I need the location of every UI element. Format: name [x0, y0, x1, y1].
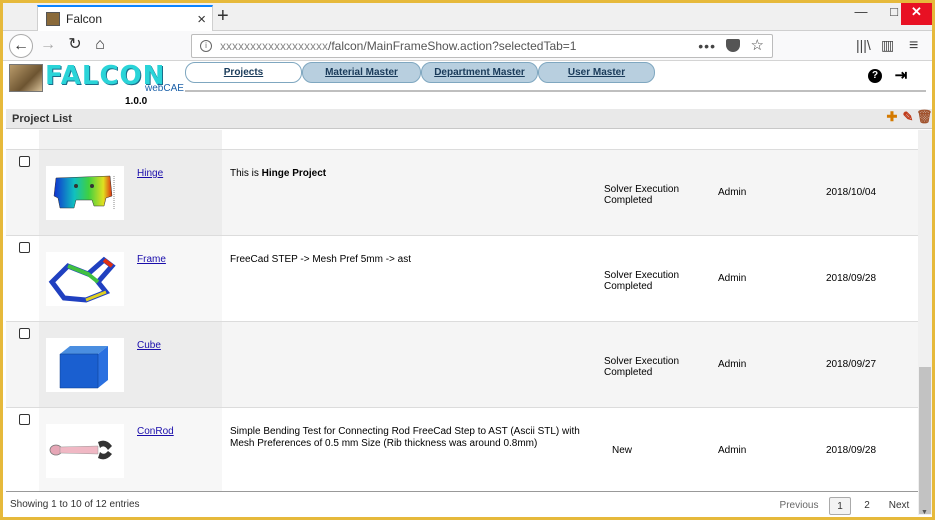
table-row[interactable]: Cube Solver Execution Completed Admin 20…: [6, 321, 918, 407]
project-owner: Admin: [718, 359, 747, 370]
tab-projects[interactable]: Projects: [185, 62, 302, 83]
site-info-icon[interactable]: i: [200, 40, 212, 52]
project-date: 2018/10/04: [826, 187, 877, 198]
add-project-icon[interactable]: ✚: [885, 110, 899, 124]
page-actions-icon[interactable]: •••: [698, 38, 716, 54]
tab-department-master[interactable]: Department Master: [421, 62, 538, 83]
forward-arrow-icon[interactable]: →: [36, 34, 60, 58]
project-date: 2018/09/27: [826, 359, 877, 370]
url-path: /falcon/MainFrameShow.action?selectedTab…: [328, 39, 577, 53]
project-name-link[interactable]: Hinge: [137, 168, 163, 179]
edit-project-icon[interactable]: ✎: [901, 110, 915, 124]
app-version: 1.0.0: [125, 96, 148, 107]
delete-project-icon[interactable]: 🗑: [916, 110, 933, 124]
scroll-down-arrow-icon[interactable]: ▼: [921, 509, 928, 516]
hamburger-menu-icon[interactable]: ≡: [909, 37, 918, 55]
tab-strip: Falcon × + — □ ✕: [3, 3, 932, 31]
library-icon[interactable]: |||\: [856, 37, 871, 53]
table-footer: Showing 1 to 10 of 12 entries Previous 1…: [6, 493, 918, 517]
address-bar[interactable]: i xxxxxxxxxxxxxxxxxx /falcon/MainFrameSh…: [191, 34, 773, 58]
navigation-bar: ← → ↻ ⌂ i xxxxxxxxxxxxxxxxxx /falcon/Mai…: [3, 31, 932, 61]
pocket-icon[interactable]: [726, 39, 740, 52]
app-header: FALCON webCAE 1.0.0 Projects Material Ma…: [3, 61, 932, 109]
scrollbar-thumb[interactable]: [919, 367, 931, 514]
logout-icon[interactable]: ⇥: [894, 68, 908, 83]
project-date: 2018/09/28: [826, 273, 877, 284]
help-icon[interactable]: ?: [868, 69, 882, 83]
row-checkbox[interactable]: [19, 242, 30, 253]
sidebar-icon[interactable]: ▥: [881, 37, 894, 54]
browser-tab[interactable]: Falcon ×: [37, 5, 213, 31]
bookmark-star-icon[interactable]: ☆: [751, 36, 764, 54]
tab-title: Falcon: [66, 12, 103, 26]
project-owner: Admin: [718, 187, 747, 198]
conrod-thumbnail: [46, 424, 124, 478]
project-table: Hinge This is Hinge Project Solver Execu…: [6, 130, 918, 492]
project-status: Solver Execution Completed: [604, 270, 680, 292]
project-description: FreeCad STEP -> Mesh Pref 5mm -> ast: [230, 254, 411, 265]
window-close-icon[interactable]: ✕: [901, 3, 932, 25]
table-row[interactable]: ConRod Simple Bending Test for Connectin…: [6, 407, 918, 491]
next-page-button[interactable]: Next: [884, 497, 914, 515]
falcon-favicon-icon: [46, 12, 60, 26]
logo-subtitle: webCAE: [145, 83, 184, 94]
tab-close-icon[interactable]: ×: [197, 11, 206, 28]
browser-window: Falcon × + — □ ✕ ← → ↻ ⌂ i xxxxxxxxxxxxx…: [0, 0, 935, 520]
project-name-link[interactable]: ConRod: [137, 426, 174, 437]
project-description: Simple Bending Test for Connecting Rod F…: [230, 426, 580, 449]
project-list-title: Project List: [12, 113, 72, 125]
project-list-header: Project List ✚ ✎ 🗑: [6, 109, 933, 129]
page-2-button[interactable]: 2: [857, 497, 877, 515]
new-tab-icon[interactable]: +: [217, 5, 229, 28]
frame-thumbnail: [46, 252, 124, 306]
tab-user-master[interactable]: User Master: [538, 62, 655, 83]
project-status: Solver Execution Completed: [604, 184, 680, 206]
row-checkbox[interactable]: [19, 328, 30, 339]
tab-material-master[interactable]: Material Master: [302, 62, 421, 83]
previous-page-button[interactable]: Previous: [776, 497, 822, 515]
minimize-icon[interactable]: —: [844, 3, 878, 25]
table-row[interactable]: Frame FreeCad STEP -> Mesh Pref 5mm -> a…: [6, 235, 918, 321]
table-row[interactable]: Hinge This is Hinge Project Solver Execu…: [6, 149, 918, 235]
home-icon[interactable]: ⌂: [88, 34, 112, 58]
project-name-link[interactable]: Cube: [137, 340, 161, 351]
project-owner: Admin: [718, 273, 747, 284]
page-1-button[interactable]: 1: [829, 497, 851, 515]
row-checkbox[interactable]: [19, 156, 30, 167]
project-status: New: [612, 445, 633, 456]
back-arrow-icon[interactable]: ←: [9, 34, 33, 58]
reload-icon[interactable]: ↻: [63, 34, 87, 58]
table-top-strip: [6, 130, 918, 149]
row-checkbox[interactable]: [19, 414, 30, 425]
project-date: 2018/09/28: [826, 445, 877, 456]
url-host: xxxxxxxxxxxxxxxxxx: [220, 39, 328, 53]
entries-info: Showing 1 to 10 of 12 entries: [10, 499, 140, 510]
project-status: Solver Execution Completed: [604, 356, 680, 378]
cube-thumbnail: [46, 338, 124, 392]
hinge-thumbnail: [46, 166, 124, 220]
project-name-link[interactable]: Frame: [137, 254, 166, 265]
falcon-logo-image: [9, 64, 43, 92]
project-description: This is Hinge Project: [230, 168, 327, 179]
tab-underline: [185, 90, 926, 92]
project-owner: Admin: [718, 445, 747, 456]
